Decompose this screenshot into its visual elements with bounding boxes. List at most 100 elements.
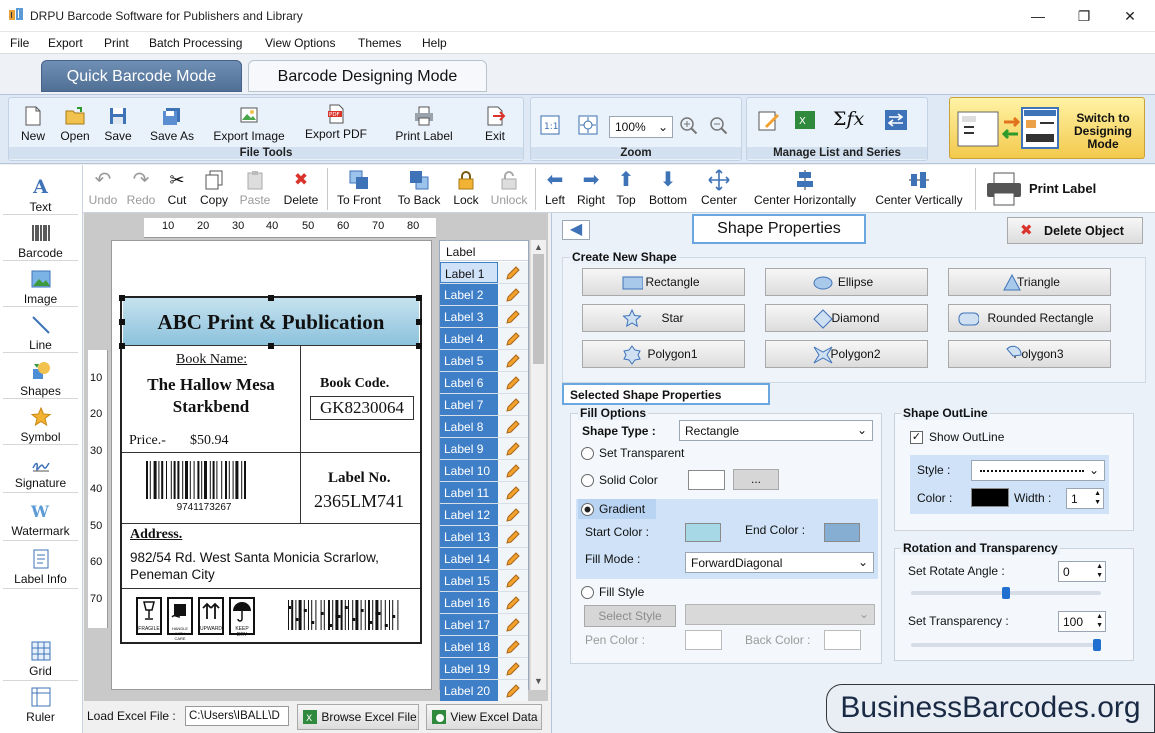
label-list-scrollbar[interactable]: ▲ ▼ — [530, 240, 546, 690]
pencil-icon[interactable] — [498, 482, 528, 503]
label-list-item[interactable]: Label 4 — [440, 328, 528, 350]
symbol-tool[interactable]: Symbol — [3, 403, 78, 445]
zoom-select[interactable]: 100% ⌄ — [609, 116, 673, 138]
label-no-caption[interactable]: Label No. — [328, 470, 391, 487]
pencil-icon[interactable] — [498, 658, 528, 679]
sum-fx-icon[interactable]: Σfx — [833, 108, 864, 130]
outline-style-select[interactable]: ⌄ — [971, 460, 1105, 481]
pencil-icon[interactable] — [498, 614, 528, 635]
menu-batch-processing[interactable]: Batch Processing — [149, 36, 242, 50]
shape-rectangle-button[interactable]: Rectangle — [582, 268, 745, 296]
label-list-item[interactable]: Label 19 — [440, 658, 528, 680]
unlock-button[interactable]: Unlock — [487, 169, 531, 207]
signature-tool[interactable]: Signature — [3, 449, 78, 493]
maximize-button[interactable]: ❐ — [1061, 0, 1107, 32]
label-info-tool[interactable]: Label Info — [3, 545, 78, 589]
delete-button[interactable]: ✖ Delete — [279, 169, 323, 207]
fill-style-select[interactable]: ⌄ — [685, 604, 875, 625]
align-bottom-button[interactable]: ⬇ Bottom — [645, 169, 691, 207]
align-left-button[interactable]: ⬅ Left — [541, 169, 569, 207]
pencil-icon[interactable] — [498, 416, 528, 437]
label-list-item[interactable]: Label 6 — [440, 372, 528, 394]
ruler-tool[interactable]: Ruler — [3, 683, 78, 725]
price-caption[interactable]: Price.- — [129, 433, 166, 449]
to-back-button[interactable]: To Back — [395, 169, 443, 207]
address-line-1[interactable]: 982/54 Rd. West Santa Monicia Scrarlow, — [130, 550, 379, 565]
browse-excel-button[interactable]: X Browse Excel File — [297, 704, 419, 730]
exit-button[interactable]: Exit — [477, 105, 513, 143]
shape-diamond-button[interactable]: Diamond — [765, 304, 928, 332]
export-image-button[interactable]: Export Image — [207, 105, 291, 143]
menu-file[interactable]: File — [10, 36, 29, 50]
save-button[interactable]: Save — [99, 105, 137, 143]
pencil-icon[interactable] — [498, 592, 528, 613]
keep-dry-icon[interactable]: KEEP DRY — [229, 597, 255, 638]
to-front-button[interactable]: To Front — [333, 169, 385, 207]
2d-barcode-image[interactable] — [288, 600, 412, 630]
label-list-item[interactable]: Label 18 — [440, 636, 528, 658]
price-value[interactable]: $50.94 — [190, 433, 229, 449]
outline-width-stepper[interactable]: 1 ▲ ▼ — [1066, 488, 1104, 509]
label-list-item[interactable]: Label 3 — [440, 306, 528, 328]
shape-polygon3-button[interactable]: Polygon3 — [948, 340, 1111, 368]
book-code-caption[interactable]: Book Code. — [320, 376, 389, 392]
shape-polygon2-button[interactable]: Polygon2 — [765, 340, 928, 368]
selection-handle[interactable] — [416, 343, 422, 349]
back-color-swatch[interactable] — [824, 630, 861, 650]
cut-button[interactable]: ✂ Cut — [163, 169, 191, 207]
scroll-thumb[interactable] — [533, 254, 544, 364]
rotate-angle-slider-thumb[interactable] — [1002, 587, 1010, 599]
pencil-icon[interactable] — [498, 372, 528, 393]
transparency-slider-thumb[interactable] — [1093, 639, 1101, 651]
print-label-button[interactable]: Print Label — [389, 105, 459, 143]
label-list-item[interactable]: Label 20 — [440, 680, 528, 702]
transparency-slider[interactable] — [911, 643, 1101, 647]
scroll-down-icon[interactable]: ▼ — [533, 676, 544, 686]
series-icon[interactable] — [883, 108, 909, 132]
pencil-icon[interactable] — [498, 504, 528, 525]
book-name[interactable]: The Hallow Mesa Starkbend — [128, 374, 294, 418]
actual-size-icon[interactable]: 1:1 — [539, 114, 561, 136]
image-tool[interactable]: Image — [3, 265, 78, 307]
book-name-caption[interactable]: Book Name: — [176, 352, 247, 368]
menu-help[interactable]: Help — [422, 36, 447, 50]
label-list-item[interactable]: Label 16 — [440, 592, 528, 614]
barcode-tool[interactable]: Barcode — [3, 219, 78, 261]
address-line-2[interactable]: Peneman City — [130, 567, 215, 582]
switch-to-designing-mode-button[interactable]: Switch to Designing Mode — [949, 97, 1145, 159]
selection-handle[interactable] — [119, 295, 125, 301]
center-horizontally-button[interactable]: Center Horizontally — [749, 169, 861, 207]
close-button[interactable]: ✕ — [1107, 0, 1153, 32]
menu-export[interactable]: Export — [48, 36, 83, 50]
transparency-stepper[interactable]: 100 ▲ ▼ — [1058, 611, 1106, 632]
label-list-item[interactable]: Label 11 — [440, 482, 528, 504]
pencil-icon[interactable] — [498, 328, 528, 349]
copy-button[interactable]: Copy — [197, 169, 231, 207]
align-center-button[interactable]: Center — [697, 169, 741, 207]
align-top-button[interactable]: ⬆ Top — [613, 169, 639, 207]
export-pdf-button[interactable]: PDF Export PDF — [301, 103, 371, 141]
minimize-button[interactable]: — — [1015, 0, 1061, 32]
print-label-toolbar-button[interactable]: Print Label — [983, 169, 1113, 209]
solid-color-radio[interactable] — [581, 474, 594, 487]
upward-icon[interactable]: UPWARD — [198, 597, 224, 635]
pencil-icon[interactable] — [498, 284, 528, 305]
zoom-out-icon[interactable] — [709, 116, 729, 136]
label-list-item[interactable]: Label 1 — [440, 262, 528, 284]
grid-tool[interactable]: Grid — [3, 637, 78, 681]
outline-color-swatch[interactable] — [971, 488, 1009, 507]
label-list-item[interactable]: Label 5 — [440, 350, 528, 372]
shape-triangle-button[interactable]: Triangle — [948, 268, 1111, 296]
label-list-item[interactable]: Label 17 — [440, 614, 528, 636]
rotate-angle-stepper[interactable]: 0 ▲ ▼ — [1058, 561, 1106, 582]
fill-mode-select[interactable]: ForwardDiagonal ⌄ — [685, 552, 874, 573]
pencil-icon[interactable] — [498, 438, 528, 459]
label-header-shape[interactable]: ABC Print & Publication — [123, 298, 419, 346]
label-no-value[interactable]: 2365LM741 — [314, 491, 404, 512]
back-arrow-icon[interactable]: ◀ — [562, 220, 590, 240]
end-color-swatch[interactable] — [824, 523, 860, 542]
barcode-number[interactable]: 9741173267 — [144, 502, 264, 513]
tab-quick-barcode-mode[interactable]: Quick Barcode Mode — [41, 60, 242, 92]
pencil-icon[interactable] — [498, 636, 528, 657]
selection-handle[interactable] — [119, 319, 125, 325]
